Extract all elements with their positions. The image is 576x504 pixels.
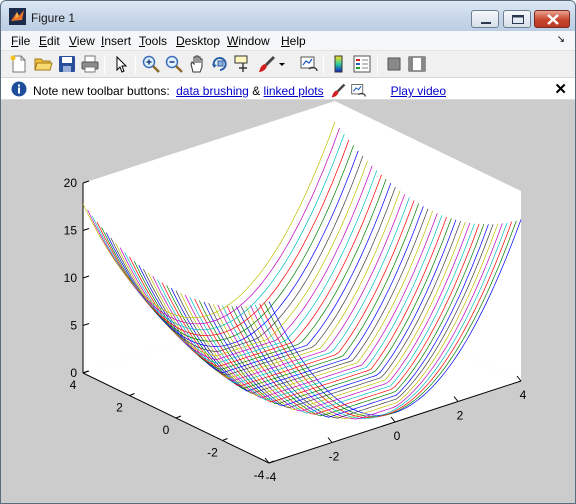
rotate-3d-icon[interactable] xyxy=(210,54,230,74)
zoom-out-icon[interactable] xyxy=(164,54,184,74)
x-tick-label: -4 xyxy=(266,470,277,484)
colorbar-icon[interactable] xyxy=(329,54,349,74)
data-cursor-icon[interactable] xyxy=(233,54,253,74)
z-tick-label: 10 xyxy=(64,271,78,285)
menu-window[interactable]: Window xyxy=(227,34,270,48)
y-tick-label: 4 xyxy=(70,378,77,392)
info-ampersand: & xyxy=(252,84,261,98)
menu-desktop[interactable]: Desktop xyxy=(176,34,220,48)
x-tick-label: 2 xyxy=(457,409,464,423)
info-prefix: Note new toolbar buttons: xyxy=(33,84,170,98)
play-video-link[interactable]: Play video xyxy=(391,84,446,98)
link-plot-icon[interactable] xyxy=(299,54,319,74)
minimize-button[interactable] xyxy=(471,10,499,28)
link-plot-icon xyxy=(351,84,367,97)
data-brushing-link[interactable]: data brushing xyxy=(176,84,249,98)
paraboloid-plot[interactable]: 05101520-4-2024-4-2024 xyxy=(1,100,575,503)
legend-icon[interactable] xyxy=(352,54,372,74)
brush-icon xyxy=(331,83,346,98)
open-file-icon[interactable] xyxy=(33,54,53,74)
menu-insert[interactable]: Insert xyxy=(101,34,131,48)
close-window-button[interactable] xyxy=(534,10,570,28)
menu-tools[interactable]: Tools xyxy=(139,34,167,48)
z-tick-label: 15 xyxy=(64,224,78,238)
info-icon xyxy=(11,81,27,97)
z-tick-label: 20 xyxy=(64,176,78,190)
x-tick-label: -2 xyxy=(329,450,340,464)
menu-edit[interactable]: Edit xyxy=(39,34,60,48)
brush-icon[interactable] xyxy=(257,54,277,74)
figure-toolbar xyxy=(1,51,575,78)
zoom-in-icon[interactable] xyxy=(141,54,161,74)
menu-bar: File Edit View Insert Tools Desktop Wind… xyxy=(1,31,575,51)
print-figure-icon[interactable] xyxy=(80,54,100,74)
info-bar: Note new toolbar buttons: data brushing … xyxy=(1,78,575,100)
info-message: Note new toolbar buttons: data brushing … xyxy=(33,82,446,99)
maximize-button[interactable] xyxy=(503,10,531,28)
y-tick-label: -4 xyxy=(254,468,265,482)
figure-canvas[interactable]: 0 5 10 15 20 -4 -2 0 2 4 -4 -2 0 2 4 xyxy=(1,100,575,503)
x-tick-label: 4 xyxy=(520,388,527,402)
menu-file[interactable]: File xyxy=(11,34,30,48)
title-bar[interactable]: Figure 1 xyxy=(1,1,575,31)
hide-plot-tools-icon[interactable] xyxy=(384,54,404,74)
y-tick-label: -2 xyxy=(207,446,218,460)
close-infobar-icon[interactable]: ✕ xyxy=(554,80,567,98)
save-figure-icon[interactable] xyxy=(57,54,77,74)
new-figure-icon[interactable] xyxy=(9,54,29,74)
z-tick-label: 5 xyxy=(70,319,77,333)
window-title: Figure 1 xyxy=(31,11,76,25)
x-tick-label: 0 xyxy=(394,429,401,443)
edit-plot-icon[interactable] xyxy=(111,54,131,74)
pan-icon[interactable] xyxy=(187,54,207,74)
matlab-logo-icon xyxy=(9,8,26,25)
y-tick-label: 2 xyxy=(116,401,123,415)
menubar-dock-icon[interactable]: ↘ xyxy=(557,34,565,45)
show-plot-tools-icon[interactable] xyxy=(407,54,427,74)
brush-dropdown-icon[interactable] xyxy=(276,54,288,74)
menu-view[interactable]: View xyxy=(69,34,95,48)
menu-help[interactable]: Help xyxy=(281,34,306,48)
y-tick-label: 0 xyxy=(163,423,170,437)
linked-plots-link[interactable]: linked plots xyxy=(264,84,324,98)
figure-window: Figure 1 File Edit View Insert Tools Des… xyxy=(0,0,576,504)
